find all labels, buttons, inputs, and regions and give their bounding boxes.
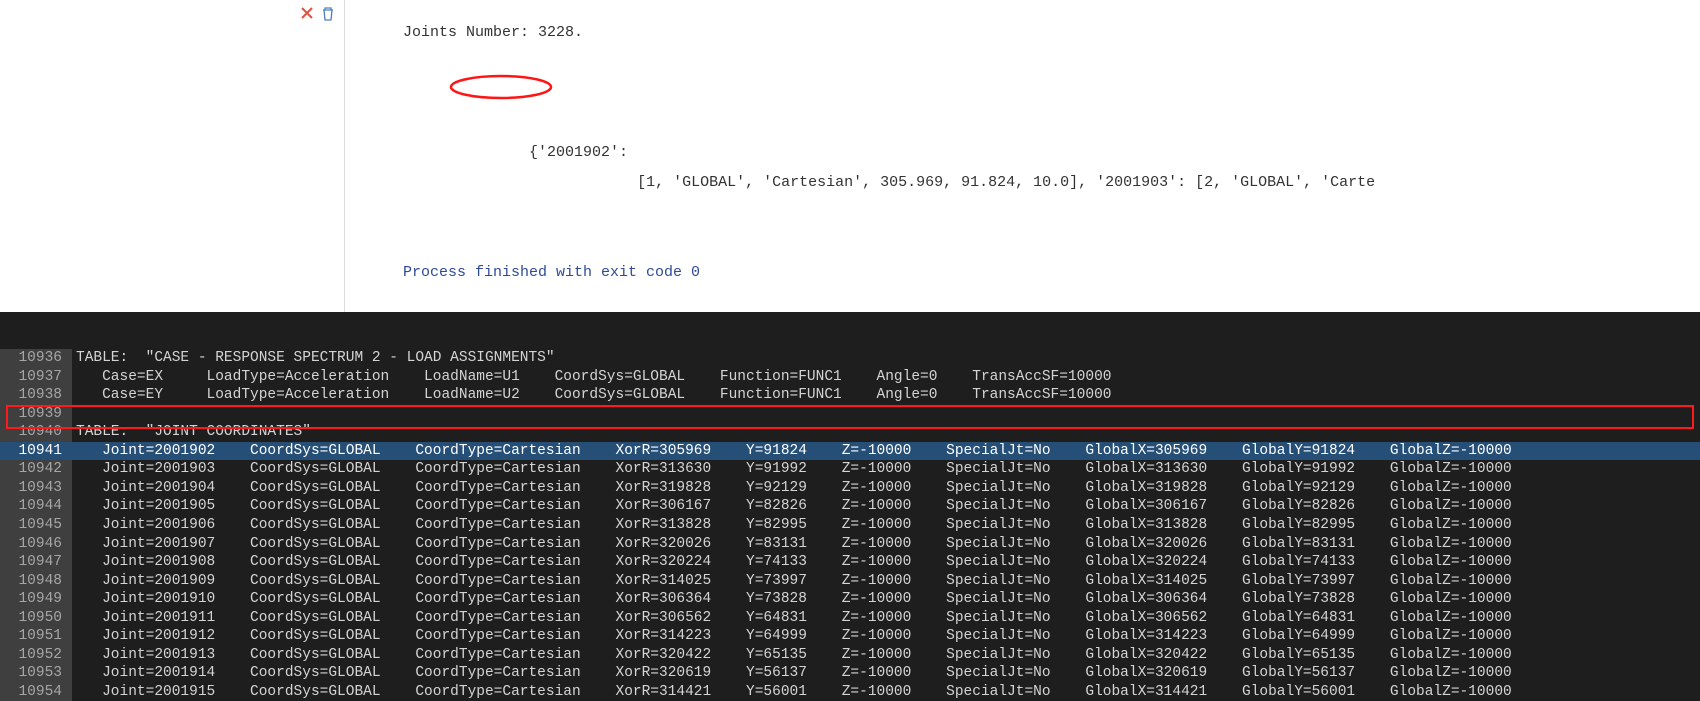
line-content: Joint=2001909 CoordSys=GLOBAL CoordType=… — [72, 572, 1700, 591]
editor-line[interactable]: 10938 Case=EY LoadType=Acceleration Load… — [0, 386, 1700, 405]
line-content: Case=EY LoadType=Acceleration LoadName=U… — [72, 386, 1700, 405]
text-editor-pane[interactable]: 10936TABLE: "CASE - RESPONSE SPECTRUM 2 … — [0, 312, 1700, 701]
blank-line — [403, 228, 1660, 258]
editor-line[interactable]: 10945 Joint=2001906 CoordSys=GLOBAL Coor… — [0, 516, 1700, 535]
line-content — [72, 405, 1700, 424]
line-content: Joint=2001914 CoordSys=GLOBAL CoordType=… — [72, 664, 1700, 683]
exit-code-line: Process finished with exit code 0 — [403, 258, 1660, 288]
editor-line[interactable]: 10954 Joint=2001915 CoordSys=GLOBAL Coor… — [0, 683, 1700, 701]
editor-line[interactable]: 10939 — [0, 405, 1700, 424]
annotation-ellipse — [449, 74, 553, 100]
editor-line[interactable]: 10948 Joint=2001909 CoordSys=GLOBAL Coor… — [0, 572, 1700, 591]
editor-line[interactable]: 10947 Joint=2001908 CoordSys=GLOBAL Coor… — [0, 553, 1700, 572]
line-number: 10944 — [0, 497, 72, 516]
line-number: 10937 — [0, 368, 72, 387]
line-number: 10942 — [0, 460, 72, 479]
dict-key-highlight: {'2001902': — [529, 144, 628, 161]
line-number: 10936 — [0, 349, 72, 368]
line-content: Joint=2001907 CoordSys=GLOBAL CoordType=… — [72, 535, 1700, 554]
line-number: 10943 — [0, 479, 72, 498]
editor-line[interactable]: 10942 Joint=2001903 CoordSys=GLOBAL Coor… — [0, 460, 1700, 479]
editor-line[interactable]: 10951 Joint=2001912 CoordSys=GLOBAL Coor… — [0, 627, 1700, 646]
line-content: Joint=2001915 CoordSys=GLOBAL CoordType=… — [72, 683, 1700, 701]
line-number: 10952 — [0, 646, 72, 665]
editor-line[interactable]: 10936TABLE: "CASE - RESPONSE SPECTRUM 2 … — [0, 349, 1700, 368]
editor-line[interactable]: 10937 Case=EX LoadType=Acceleration Load… — [0, 368, 1700, 387]
line-content: Joint=2001912 CoordSys=GLOBAL CoordType=… — [72, 627, 1700, 646]
line-number: 10950 — [0, 609, 72, 628]
line-number: 10953 — [0, 664, 72, 683]
dict-tail: [1, 'GLOBAL', 'Cartesian', 305.969, 91.8… — [628, 174, 1375, 191]
run-gutter — [0, 0, 345, 312]
line-number: 10941 — [0, 442, 72, 461]
line-number: 10945 — [0, 516, 72, 535]
editor-line[interactable]: 10940TABLE: "JOINT COORDINATES" — [0, 423, 1700, 442]
line-number: 10938 — [0, 386, 72, 405]
line-number: 10951 — [0, 627, 72, 646]
console-output-pane: Joints Number: 3228. {'2001902': [1, 'GL… — [0, 0, 1700, 312]
line-content: Joint=2001903 CoordSys=GLOBAL CoordType=… — [72, 460, 1700, 479]
line-content: Joint=2001908 CoordSys=GLOBAL CoordType=… — [72, 553, 1700, 572]
line-number: 10954 — [0, 683, 72, 701]
line-number: 10940 — [0, 423, 72, 442]
line-content: Joint=2001905 CoordSys=GLOBAL CoordType=… — [72, 497, 1700, 516]
line-content: Joint=2001910 CoordSys=GLOBAL CoordType=… — [72, 590, 1700, 609]
line-content: TABLE: "CASE - RESPONSE SPECTRUM 2 - LOA… — [72, 349, 1700, 368]
line-number: 10939 — [0, 405, 72, 424]
editor-line[interactable]: 10944 Joint=2001905 CoordSys=GLOBAL Coor… — [0, 497, 1700, 516]
close-icon[interactable] — [300, 6, 314, 20]
output-joints-number: Joints Number: 3228. — [403, 18, 1660, 48]
editor-line[interactable]: 10946 Joint=2001907 CoordSys=GLOBAL Coor… — [0, 535, 1700, 554]
line-number: 10946 — [0, 535, 72, 554]
editor-line[interactable]: 10953 Joint=2001914 CoordSys=GLOBAL Coor… — [0, 664, 1700, 683]
editor-line[interactable]: 10943 Joint=2001904 CoordSys=GLOBAL Coor… — [0, 479, 1700, 498]
line-content: Joint=2001906 CoordSys=GLOBAL CoordType=… — [72, 516, 1700, 535]
line-number: 10947 — [0, 553, 72, 572]
trash-icon[interactable] — [320, 6, 336, 22]
line-content: Case=EX LoadType=Acceleration LoadName=U… — [72, 368, 1700, 387]
output-dict-line: {'2001902': [1, 'GLOBAL', 'Cartesian', 3… — [403, 48, 1660, 228]
console-output[interactable]: Joints Number: 3228. {'2001902': [1, 'GL… — [345, 0, 1700, 312]
line-content: Joint=2001911 CoordSys=GLOBAL CoordType=… — [72, 609, 1700, 628]
editor-line[interactable]: 10950 Joint=2001911 CoordSys=GLOBAL Coor… — [0, 609, 1700, 628]
line-number: 10948 — [0, 572, 72, 591]
editor-line[interactable]: 10941 Joint=2001902 CoordSys=GLOBAL Coor… — [0, 442, 1700, 461]
line-content: Joint=2001913 CoordSys=GLOBAL CoordType=… — [72, 646, 1700, 665]
line-content: Joint=2001902 CoordSys=GLOBAL CoordType=… — [72, 442, 1700, 461]
line-content: TABLE: "JOINT COORDINATES" — [72, 423, 1700, 442]
editor-line[interactable]: 10952 Joint=2001913 CoordSys=GLOBAL Coor… — [0, 646, 1700, 665]
line-number: 10949 — [0, 590, 72, 609]
line-content: Joint=2001904 CoordSys=GLOBAL CoordType=… — [72, 479, 1700, 498]
editor-line[interactable]: 10949 Joint=2001910 CoordSys=GLOBAL Coor… — [0, 590, 1700, 609]
